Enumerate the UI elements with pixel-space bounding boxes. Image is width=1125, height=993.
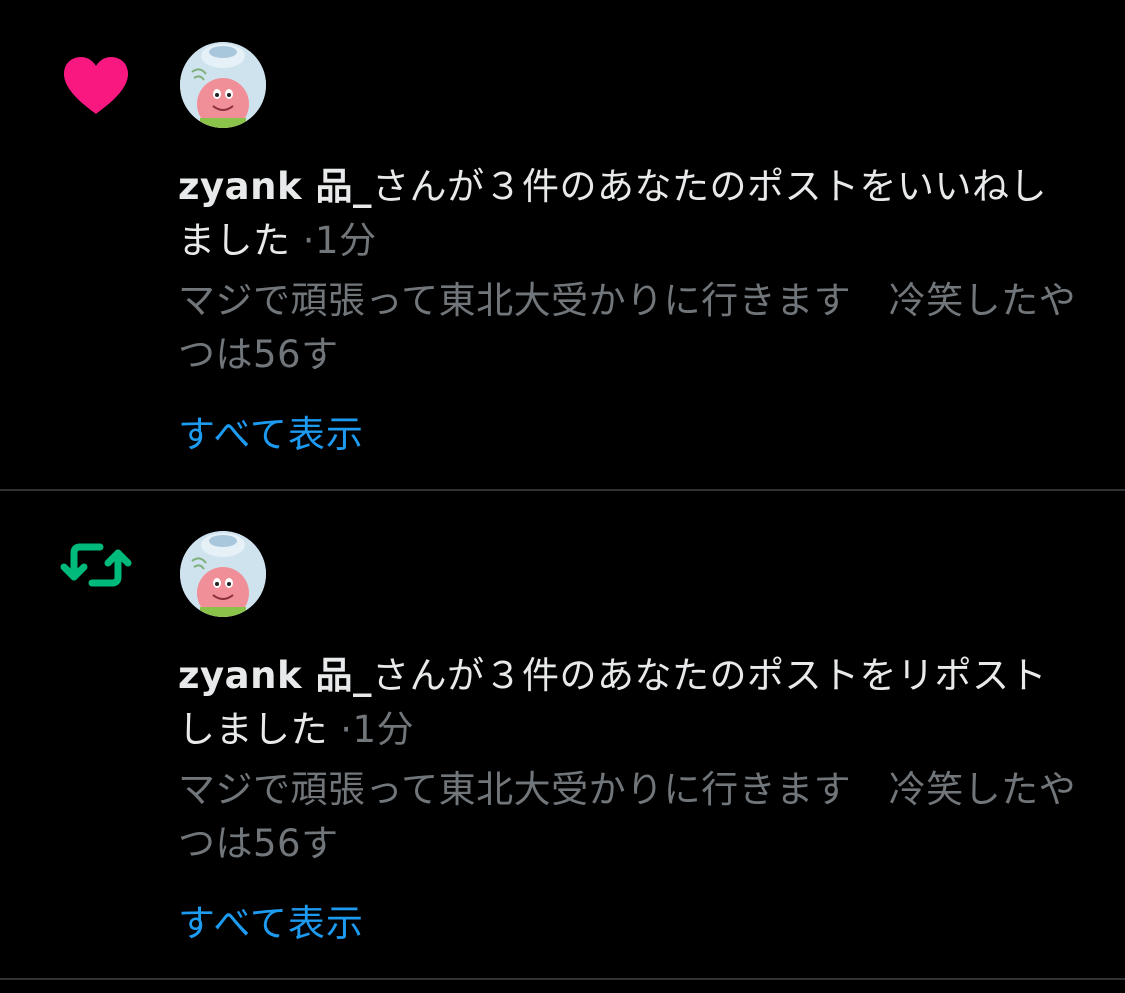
notification-feed: zyank 品_さんが３件のあなたのポストをいいねしました ·1分 マジで頑張っ… — [0, 0, 1125, 993]
notification-headline: zyank 品_さんが３件のあなたのポストをリポストしました ·1分 — [178, 649, 1078, 757]
post-preview[interactable]: マジで頑張って東北大受かりに行きます 冷笑したやつは56す — [178, 763, 1078, 871]
user-name[interactable]: zyank 品_ — [178, 654, 372, 697]
timestamp: 1分 — [315, 219, 377, 262]
show-all-link[interactable]: すべて表示 — [178, 410, 364, 460]
repost-icon — [60, 533, 132, 597]
post-preview[interactable]: マジで頑張って東北大受かりに行きます 冷笑したやつは56す — [178, 274, 1078, 382]
user-name[interactable]: zyank 品_ — [178, 165, 372, 208]
notification-content: zyank 品_さんが３件のあなたのポストをいいねしました ·1分 マジで頑張っ… — [178, 160, 1078, 460]
notification-headline: zyank 品_さんが３件のあなたのポストをいいねしました ·1分 — [178, 160, 1078, 268]
avatar[interactable] — [180, 531, 266, 617]
avatar[interactable] — [180, 42, 266, 128]
timestamp: 1分 — [352, 708, 415, 751]
notification-content: zyank 品_さんが３件のあなたのポストをリポストしました ·1分 マジで頑張… — [178, 649, 1078, 949]
notification-like[interactable]: zyank 品_さんが３件のあなたのポストをいいねしました ·1分 マジで頑張っ… — [0, 0, 1125, 491]
separator: · — [340, 708, 353, 751]
heart-icon — [60, 54, 132, 118]
notification-repost[interactable]: zyank 品_さんが３件のあなたのポストをリポストしました ·1分 マジで頑張… — [0, 491, 1125, 980]
show-all-link[interactable]: すべて表示 — [178, 899, 364, 949]
separator: · — [302, 219, 316, 262]
